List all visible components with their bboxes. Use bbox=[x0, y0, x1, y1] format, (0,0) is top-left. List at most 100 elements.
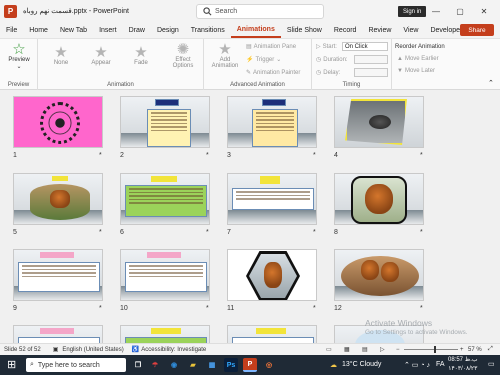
slide-sorter-icon[interactable]: ▦ bbox=[344, 346, 350, 353]
language-status[interactable]: English (United States) bbox=[62, 347, 123, 353]
edge-icon[interactable]: ◉ bbox=[167, 358, 181, 372]
umbrella-app-icon[interactable]: ☂ bbox=[148, 358, 162, 372]
powerpoint-taskbar-icon[interactable]: P bbox=[243, 358, 257, 372]
notification-icon[interactable]: ▭ bbox=[488, 360, 495, 368]
language-indicator[interactable]: FA bbox=[436, 361, 445, 368]
slide-thumbnail[interactable] bbox=[120, 249, 210, 301]
taskbar-search[interactable]: ⌕ Type here to search bbox=[26, 358, 126, 372]
slide-thumbnail[interactable] bbox=[227, 249, 317, 301]
app-icon[interactable]: ◎ bbox=[262, 358, 276, 372]
slide-6[interactable]: 6 * bbox=[120, 173, 222, 241]
start-dropdown[interactable]: On Click bbox=[342, 42, 388, 51]
share-button[interactable]: Share bbox=[460, 24, 494, 36]
slide-2[interactable]: 2 * bbox=[120, 96, 222, 164]
tab-animations[interactable]: Animations bbox=[230, 22, 281, 38]
slide-7[interactable]: 7 * bbox=[227, 173, 329, 241]
fade-star-icon: ★ bbox=[134, 44, 148, 61]
slide-number: 6 bbox=[120, 229, 124, 236]
close-icon[interactable]: ✕ bbox=[476, 4, 492, 18]
slide-thumbnail[interactable] bbox=[334, 96, 424, 148]
slide-thumbnail[interactable] bbox=[120, 325, 210, 343]
slide-10[interactable]: 10 * bbox=[120, 249, 222, 317]
slide-11[interactable]: 11 * bbox=[227, 249, 329, 317]
slide-thumbnail[interactable] bbox=[120, 173, 210, 225]
delay-field[interactable] bbox=[354, 68, 388, 77]
zoom-level[interactable]: 57 % bbox=[468, 347, 482, 353]
slide-15[interactable] bbox=[227, 325, 329, 343]
zoom-thumb[interactable] bbox=[434, 346, 436, 353]
tab-home[interactable]: Home bbox=[23, 22, 54, 38]
collapse-ribbon-icon[interactable]: ⌃ bbox=[488, 79, 494, 87]
tab-transitions[interactable]: Transitions bbox=[185, 22, 231, 38]
reading-view-icon[interactable]: ▤ bbox=[362, 346, 368, 353]
slide-4[interactable]: 4 * bbox=[334, 96, 436, 164]
sign-in-button[interactable]: Sign in bbox=[398, 6, 427, 17]
zoom-out-icon[interactable]: − bbox=[396, 347, 400, 353]
tab-draw[interactable]: Draw bbox=[123, 22, 151, 38]
normal-view-icon[interactable]: ▭ bbox=[326, 346, 332, 353]
tab-record[interactable]: Record bbox=[328, 22, 363, 38]
slide-thumbnail[interactable] bbox=[227, 325, 317, 343]
accessibility-status[interactable]: Accessibility: Investigate bbox=[141, 347, 206, 353]
slide-thumbnail[interactable] bbox=[334, 173, 424, 225]
task-view-icon[interactable]: ❐ bbox=[131, 358, 145, 372]
slideshow-icon[interactable]: ▷ bbox=[380, 346, 385, 353]
clock[interactable]: 08:57 ب.ظ ۱۴۰۳/۰۸/۲۳ bbox=[448, 356, 478, 374]
tab-slide-show[interactable]: Slide Show bbox=[281, 22, 328, 38]
animation-painter-button[interactable]: ✎ Animation Painter bbox=[246, 69, 300, 77]
zoom-slider[interactable] bbox=[404, 346, 458, 353]
animation-pane-button[interactable]: ▤ Animation Pane bbox=[246, 43, 296, 51]
fit-slide-icon[interactable]: ⤢ bbox=[488, 346, 493, 353]
slide-thumbnail[interactable] bbox=[334, 249, 424, 301]
file-explorer-icon[interactable]: ▰ bbox=[186, 358, 200, 372]
slide-12[interactable]: 12 * bbox=[334, 249, 436, 317]
slide-14[interactable] bbox=[120, 325, 222, 343]
tab-new-tab[interactable]: New Tab bbox=[54, 22, 93, 38]
weather-text[interactable]: 13°C Cloudy bbox=[342, 361, 381, 368]
add-animation-button[interactable]: ★ Add Animation bbox=[208, 42, 242, 69]
slide-thumbnail[interactable] bbox=[227, 173, 317, 225]
windows-start-icon[interactable]: ⊞ bbox=[7, 358, 16, 371]
taskbar: ⊞ ⌕ Type here to search ❐ ☂ ◉ ▰ ▦ Ps P ◎… bbox=[0, 355, 500, 375]
tab-view[interactable]: View bbox=[397, 22, 424, 38]
maximize-icon[interactable]: ▢ bbox=[452, 4, 468, 18]
slide-13[interactable] bbox=[13, 325, 115, 343]
animation-appear[interactable]: ★ Appear bbox=[86, 45, 116, 66]
search-box[interactable]: Search bbox=[196, 4, 324, 19]
tab-insert[interactable]: Insert bbox=[93, 22, 123, 38]
animation-none[interactable]: ★ None bbox=[46, 45, 76, 66]
slide-3[interactable]: 3 * bbox=[227, 96, 329, 164]
minimize-icon[interactable]: — bbox=[428, 4, 444, 18]
slide-1[interactable]: 1 * bbox=[13, 96, 115, 164]
title-box bbox=[262, 99, 286, 106]
slide-thumbnail[interactable] bbox=[13, 173, 103, 225]
trigger-button[interactable]: ⚡ Trigger ⌄ bbox=[246, 56, 281, 64]
animation-fade[interactable]: ★ Fade bbox=[126, 45, 156, 66]
photoshop-icon[interactable]: Ps bbox=[224, 358, 238, 372]
preview-button[interactable]: ☆ Preview ⌄ bbox=[4, 42, 34, 70]
spellcheck-icon[interactable]: ▣ bbox=[53, 346, 59, 353]
slide-5[interactable]: 5 * bbox=[13, 173, 115, 241]
move-later-button[interactable]: ▼ Move Later bbox=[397, 68, 435, 74]
trigger-label: Trigger bbox=[255, 56, 275, 63]
slide-thumbnail[interactable] bbox=[13, 325, 103, 343]
system-tray-icons[interactable]: ⌃ ▭ ◔ ♪ bbox=[404, 361, 430, 369]
zoom-in-icon[interactable]: + bbox=[460, 347, 464, 353]
text-box bbox=[125, 185, 207, 217]
effect-options-button[interactable]: ✺ Effect Options bbox=[166, 42, 200, 69]
tab-review[interactable]: Review bbox=[362, 22, 397, 38]
slide-9[interactable]: 9 * bbox=[13, 249, 115, 317]
watermark-subtitle: Go to Settings to activate Windows. bbox=[365, 329, 468, 336]
fox-image bbox=[369, 115, 391, 129]
slide-thumbnail[interactable] bbox=[227, 96, 317, 148]
tab-design[interactable]: Design bbox=[151, 22, 185, 38]
title-box bbox=[147, 252, 181, 258]
slide-thumbnail[interactable] bbox=[13, 249, 103, 301]
move-earlier-button[interactable]: ▲ Move Earlier bbox=[397, 56, 439, 62]
tab-file[interactable]: File bbox=[0, 22, 23, 38]
store-icon[interactable]: ▦ bbox=[205, 358, 219, 372]
slide-thumbnail[interactable] bbox=[120, 96, 210, 148]
slide-8[interactable]: 8 * bbox=[334, 173, 436, 241]
slide-thumbnail[interactable] bbox=[13, 96, 103, 148]
duration-field[interactable] bbox=[354, 55, 388, 64]
